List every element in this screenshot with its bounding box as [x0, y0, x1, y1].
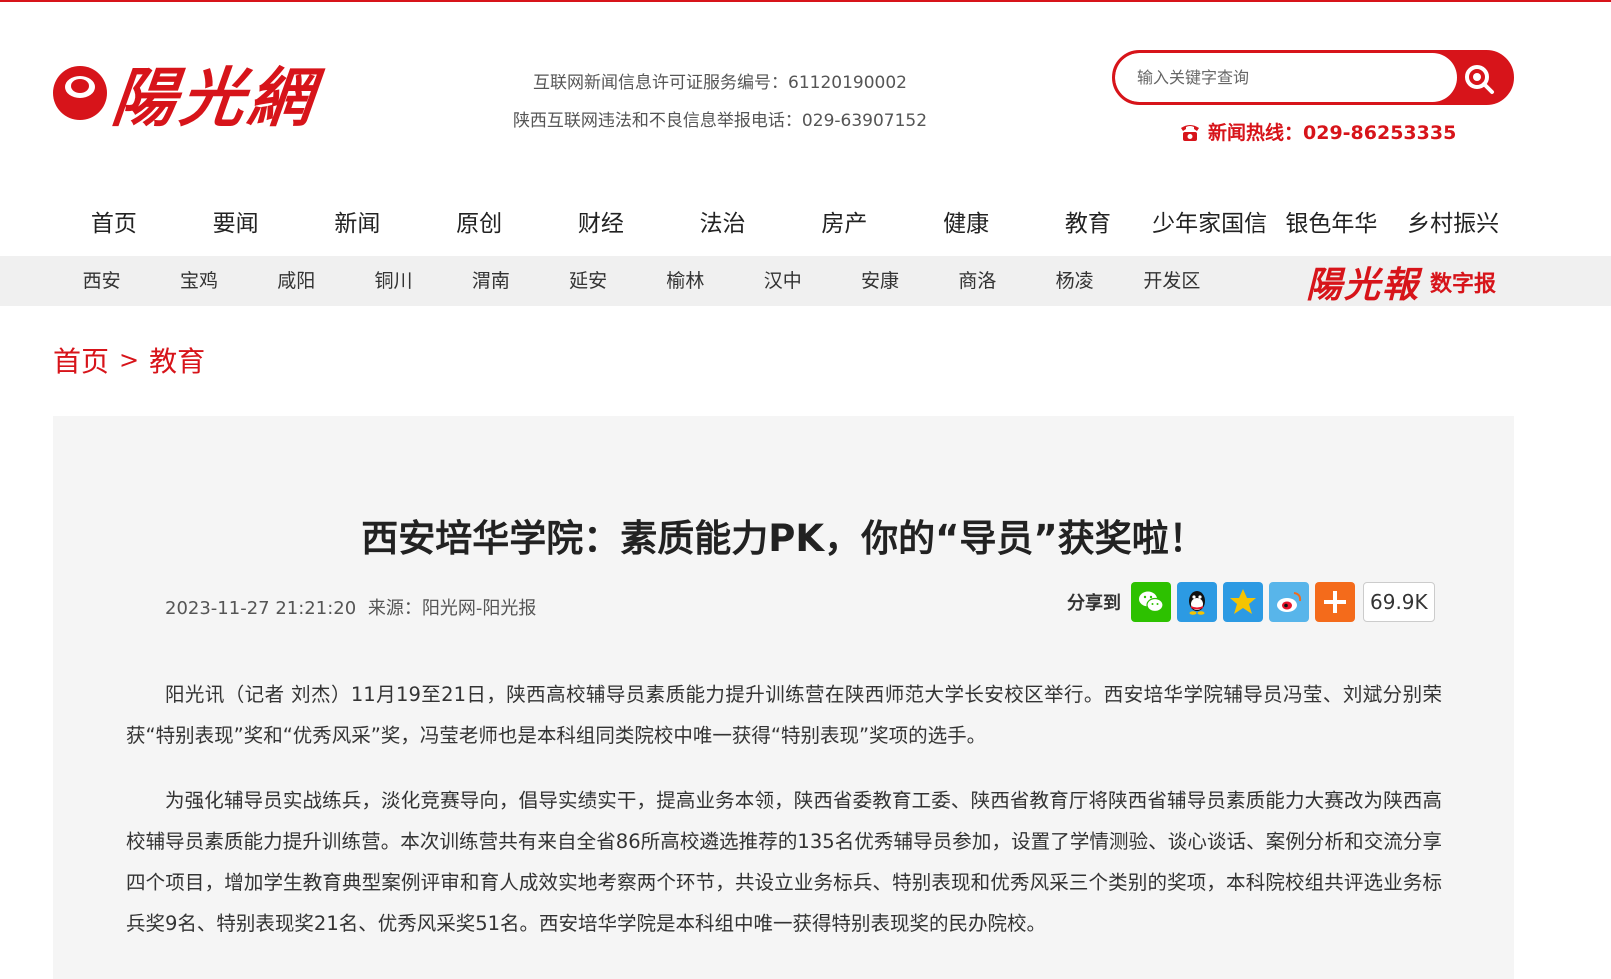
share-weibo-button[interactable]	[1269, 582, 1309, 622]
news-hotline: 新闻热线：029-86253335	[1178, 118, 1456, 145]
nav-item-news[interactable]: 新闻	[297, 196, 419, 252]
share-more-button[interactable]	[1315, 582, 1355, 622]
nav-item-headlines[interactable]: 要闻	[175, 196, 297, 252]
share-count: 69.9K	[1363, 582, 1435, 622]
main-nav: 首页 要闻 新闻 原创 财经 法治 房产 健康 教育 少年家国信 银色年华 乡村…	[53, 196, 1514, 252]
license-info: 互联网新闻信息许可证服务编号：61120190002 陕西互联网违法和不良信息举…	[500, 64, 940, 140]
nav-item-youth[interactable]: 少年家国信	[1149, 196, 1271, 252]
article-source: 来源：阳光网-阳光报	[367, 598, 537, 619]
article-container: 西安培华学院：素质能力PK，你的“导员”获奖啦！ 2023-11-27 21:2…	[53, 416, 1514, 979]
region-item-xian[interactable]: 西安	[53, 256, 150, 306]
article-paragraph: 阳光讯（记者 刘杰）11月19至21日，陕西高校辅导员素质能力提升训练营在陕西师…	[126, 683, 1442, 747]
weibo-icon	[1277, 592, 1302, 612]
region-item-yangling[interactable]: 杨凌	[1026, 256, 1123, 306]
nav-item-original[interactable]: 原创	[418, 196, 540, 252]
site-logo[interactable]: 陽光網	[53, 48, 343, 138]
article-meta: 2023-11-27 21:21:20 来源：阳光网-阳光报	[165, 594, 536, 620]
breadcrumb-separator: >	[119, 346, 140, 374]
nav-item-health[interactable]: 健康	[905, 196, 1027, 252]
search-button[interactable]	[1461, 61, 1497, 97]
wechat-icon	[1139, 591, 1164, 613]
region-item-ankang[interactable]: 安康	[831, 256, 928, 306]
nav-item-finance[interactable]: 财经	[540, 196, 662, 252]
share-label: 分享到	[1067, 593, 1121, 614]
hotline-text: 新闻热线：029-86253335	[1208, 122, 1457, 144]
share-qzone-button[interactable]	[1223, 582, 1263, 622]
region-item-xianyang[interactable]: 咸阳	[248, 256, 345, 306]
region-item-hanzhong[interactable]: 汉中	[734, 256, 831, 306]
search-box	[1112, 50, 1514, 105]
region-item-tongchuan[interactable]: 铜川	[345, 256, 442, 306]
share-wechat-button[interactable]	[1131, 582, 1171, 622]
article-paragraph: 为强化辅导员实战练兵，淡化竞赛导向，倡导实绩实干，提高业务本领，陕西省委教育工委…	[126, 789, 1442, 935]
share-qq-button[interactable]	[1177, 582, 1217, 622]
license-number: 互联网新闻信息许可证服务编号：61120190002	[533, 73, 907, 93]
phone-icon	[1181, 124, 1199, 141]
more-share-icon	[1324, 591, 1346, 613]
nav-item-home[interactable]: 首页	[53, 196, 175, 252]
search-input[interactable]	[1115, 53, 1457, 102]
region-item-weinan[interactable]: 渭南	[442, 256, 539, 306]
nav-item-rural[interactable]: 乡村振兴	[1392, 196, 1514, 252]
nav-item-realestate[interactable]: 房产	[784, 196, 906, 252]
breadcrumb-current[interactable]: 教育	[149, 340, 205, 380]
region-nav-items: 西安 宝鸡 咸阳 铜川 渭南 延安 榆林 汉中 安康 商洛 杨凌 开发区	[53, 256, 1221, 306]
region-item-yanan[interactable]: 延安	[539, 256, 636, 306]
site-logo-text: 陽光網	[108, 61, 321, 136]
qzone-icon	[1230, 589, 1256, 614]
breadcrumb: 首页 > 教育	[53, 340, 205, 380]
qq-icon	[1189, 591, 1205, 615]
top-accent-line	[0, 0, 1611, 2]
digital-paper-link[interactable]: 陽光報 数字报	[1306, 260, 1497, 306]
search-icon	[1465, 65, 1494, 94]
breadcrumb-home[interactable]: 首页	[53, 340, 109, 380]
region-item-yulin[interactable]: 榆林	[637, 256, 734, 306]
region-nav: 西安 宝鸡 咸阳 铜川 渭南 延安 榆林 汉中 安康 商洛 杨凌 开发区 陽光報…	[0, 256, 1611, 306]
nav-item-education[interactable]: 教育	[1027, 196, 1149, 252]
article-title: 西安培华学院：素质能力PK，你的“导员”获奖啦！	[361, 517, 1206, 560]
article-datetime: 2023-11-27 21:21:20	[165, 598, 357, 619]
region-item-devzone[interactable]: 开发区	[1123, 256, 1220, 306]
region-item-baoji[interactable]: 宝鸡	[150, 256, 247, 306]
region-item-shangluo[interactable]: 商洛	[929, 256, 1026, 306]
report-phone: 陕西互联网违法和不良信息举报电话：029-63907152	[512, 111, 928, 131]
sun-logo-icon	[53, 66, 107, 120]
article-body: 阳光讯（记者 刘杰）11月19至21日，陕西高校辅导员素质能力提升训练营在陕西师…	[126, 674, 1442, 968]
nav-item-seniors[interactable]: 银色年华	[1271, 196, 1393, 252]
digital-paper-label: 数字报	[1430, 272, 1497, 297]
newspaper-logo: 陽光報	[1306, 264, 1421, 306]
share-bar: 分享到 69.9K	[1067, 582, 1435, 622]
nav-item-law[interactable]: 法治	[662, 196, 784, 252]
